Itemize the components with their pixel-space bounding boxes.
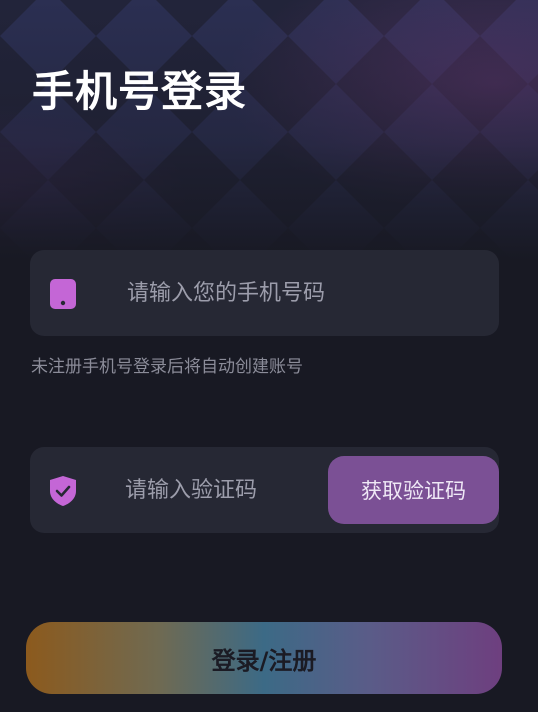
- signup-hint: 未注册手机号登录后将自动创建账号: [31, 357, 303, 377]
- phone-icon: [50, 279, 76, 309]
- code-input[interactable]: [125, 447, 345, 533]
- page-title: 手机号登录: [32, 67, 248, 116]
- code-field[interactable]: 获取验证码: [30, 447, 499, 533]
- phone-field[interactable]: [30, 250, 499, 336]
- shield-check-icon: [50, 476, 76, 506]
- phone-input[interactable]: [127, 250, 487, 336]
- login-register-button[interactable]: 登录/注册: [26, 622, 502, 694]
- background-pattern: [0, 0, 538, 260]
- get-code-button[interactable]: 获取验证码: [328, 456, 499, 524]
